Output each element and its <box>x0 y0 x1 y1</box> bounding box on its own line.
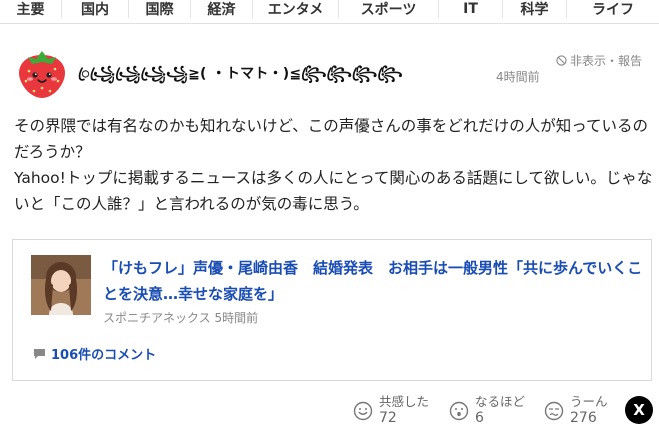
article-comments-label: 106件のコメント <box>51 348 157 363</box>
category-nav: 主要 国内 国際 経済 エンタメ スポーツ IT 科学 ライフ <box>0 0 659 24</box>
nav-item-sports[interactable]: スポーツ <box>339 0 439 18</box>
nav-item-main[interactable]: 主要 <box>0 0 62 18</box>
hide-report-label: 非表示・報告 <box>570 54 643 68</box>
comment-username[interactable]: ꦿ꧁ꦿ꧁ꦿ꧁ꦿ꧁≧( ・トマト・)≦꧂ꦿ꧂ꦿ꧂ꦿ꧂ꦿ <box>78 62 403 91</box>
article-card[interactable]: 「けもフレ」声優・尾崎由香 結婚発表 お相手は一般男性「共に歩んでいくことを決意… <box>12 239 652 381</box>
reaction-insightful-count: 6 <box>475 410 484 426</box>
smile-face-icon <box>353 401 373 421</box>
nav-item-economy[interactable]: 経済 <box>191 0 253 18</box>
x-share-button[interactable]: X <box>625 396 653 424</box>
reaction-agree-count: 72 <box>379 410 397 426</box>
hide-report-button[interactable]: 非表示・報告 <box>556 52 642 69</box>
ban-icon <box>556 55 567 66</box>
article-source: スポニチアネックス 5時間前 <box>103 311 259 325</box>
reaction-hmm-label: うーん <box>570 394 608 409</box>
nav-item-it[interactable]: IT <box>439 0 503 18</box>
reaction-hmm-button[interactable]: うーん 276 <box>544 394 608 426</box>
comment-text: その界隈では有名なのかも知れないけど、この声優さんの事をどれだけの人が知っている… <box>14 117 653 213</box>
nav-item-life[interactable]: ライフ <box>567 0 659 18</box>
nav-item-science[interactable]: 科学 <box>503 0 567 18</box>
reaction-agree-button[interactable]: 共感した 72 <box>353 394 429 426</box>
surprised-face-icon <box>449 401 469 421</box>
nav-item-domestic[interactable]: 国内 <box>62 0 129 18</box>
nav-item-international[interactable]: 国際 <box>129 0 191 18</box>
comment-bubble-icon <box>34 348 45 359</box>
comment-timestamp: 4時間前 <box>496 70 540 84</box>
strawberry-avatar[interactable] <box>14 47 70 99</box>
reaction-hmm-count: 276 <box>570 410 597 426</box>
reaction-insightful-button[interactable]: なるほど 6 <box>449 394 525 426</box>
confused-face-icon <box>544 401 564 421</box>
article-title-link[interactable]: 「けもフレ」声優・尾崎由香 結婚発表 お相手は一般男性「共に歩んでいくことを決意… <box>103 255 643 307</box>
article-thumbnail[interactable] <box>31 255 91 315</box>
reaction-agree-label: 共感した <box>379 394 430 409</box>
article-comments-link[interactable]: 106件のコメント <box>33 344 156 363</box>
reaction-insightful-label: なるほど <box>475 394 526 409</box>
x-logo-icon: X <box>633 401 645 419</box>
nav-item-entertainment[interactable]: エンタメ <box>253 0 339 18</box>
